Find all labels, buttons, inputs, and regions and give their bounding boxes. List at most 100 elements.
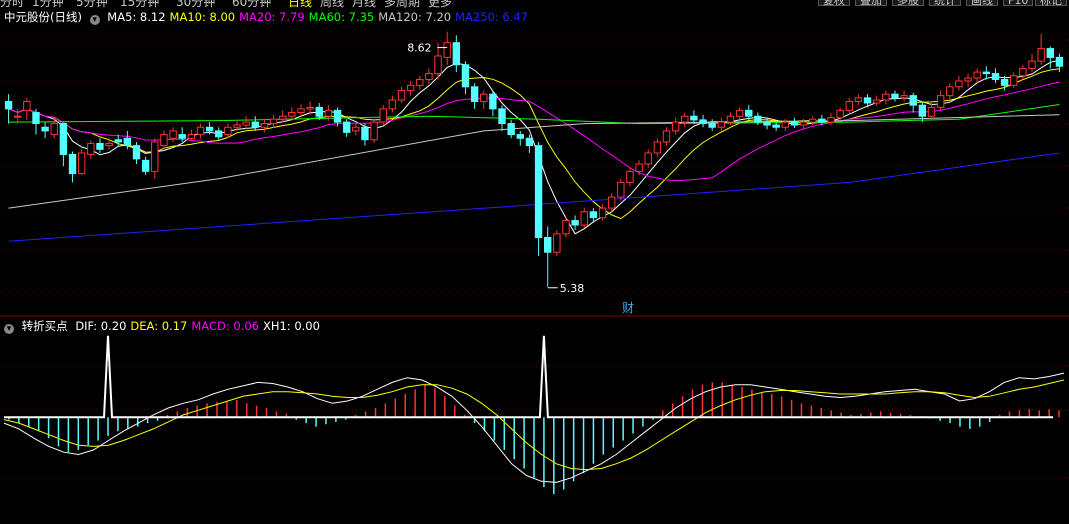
candle-body — [480, 93, 488, 103]
candle-body — [562, 220, 570, 235]
candle-body — [315, 106, 323, 117]
candle-body — [470, 86, 479, 103]
candle-body — [132, 145, 141, 160]
candle-body — [260, 123, 269, 128]
toggle-icon[interactable]: ▾ — [89, 15, 100, 25]
candle-body — [242, 121, 250, 126]
price-annotations: 8.62 5.38 财 — [407, 42, 634, 315]
candle-body — [1010, 75, 1018, 86]
candle-body — [936, 95, 945, 108]
candle-body — [269, 118, 278, 125]
candle-body — [87, 142, 95, 155]
candle-body — [708, 123, 716, 128]
candle-body — [452, 42, 461, 66]
candle-body — [279, 115, 287, 120]
ma-legend-item: MA5: 8.12 — [107, 10, 166, 24]
ma5-line — [8, 59, 1060, 235]
candle-body — [251, 121, 259, 128]
candle-body — [59, 123, 68, 155]
candle-body — [662, 130, 671, 143]
candle-body — [187, 134, 196, 139]
candle-body — [735, 109, 744, 117]
candle-body — [1019, 67, 1027, 77]
candle-body — [717, 121, 726, 128]
candle-body — [215, 130, 223, 138]
main-legend: 中元股份(日线) ▾ MA5: 8.12 MA10: 8.00 MA20: 7.79… — [4, 9, 536, 25]
candle-body — [589, 211, 598, 219]
candle-body — [32, 112, 40, 125]
macd-legend-item: DEA: 0.17 — [130, 319, 188, 333]
candle-body — [105, 142, 113, 147]
candle-body — [14, 115, 22, 118]
candle-body — [141, 159, 150, 172]
candle-body — [653, 141, 662, 154]
main-grid — [0, 39, 1069, 293]
candle-body — [745, 109, 753, 117]
candle-body — [224, 126, 232, 136]
candle-body — [297, 108, 305, 114]
candle-body — [681, 115, 689, 123]
candle-body — [1046, 48, 1054, 58]
candle-body — [516, 134, 524, 139]
candle-body — [233, 124, 241, 128]
candle-body — [205, 126, 214, 132]
xh1-signal — [4, 335, 1053, 419]
candle-body — [123, 137, 132, 147]
candle-body — [114, 139, 122, 143]
candle-body — [991, 73, 1000, 80]
candle-body — [927, 106, 936, 117]
ma-legend-item: MA10: 8.00 — [169, 10, 236, 24]
finance-event-marker[interactable]: 财 — [622, 301, 634, 315]
ma-legend-item: MA20: 7.79 — [239, 10, 305, 24]
candle-body — [580, 211, 588, 226]
candle-body — [809, 118, 817, 123]
candle-body — [982, 71, 991, 75]
candle-body — [1000, 78, 1009, 86]
candle-body — [397, 89, 406, 101]
candle-body — [827, 117, 835, 123]
candle-body — [544, 237, 552, 253]
candle-body — [288, 112, 296, 117]
candle-body — [160, 134, 168, 147]
candle-body — [151, 141, 159, 172]
candle-body — [425, 73, 433, 80]
candle-body — [754, 115, 762, 123]
candle-body — [196, 126, 205, 136]
candle-body — [178, 134, 186, 139]
candle-body — [863, 97, 872, 104]
candle-body — [406, 84, 415, 91]
ma-legend-item: MA60: 7.35 — [308, 10, 375, 24]
high-price-label: 8.62 — [407, 42, 432, 55]
candle-body — [489, 93, 497, 110]
candle-body — [333, 109, 342, 123]
candle-body — [726, 115, 735, 123]
candle-body — [644, 152, 652, 165]
candle-body — [324, 109, 333, 117]
candle-body — [416, 78, 424, 86]
candle-body — [891, 93, 899, 99]
candle-body — [607, 196, 616, 209]
candle-body — [96, 142, 104, 150]
candle-body — [900, 95, 908, 99]
candle-body — [845, 101, 853, 111]
candle-body — [525, 137, 534, 147]
candle-body — [799, 121, 808, 126]
candle-body — [352, 126, 360, 132]
sub-legend: ▾ 转折买点 DIF: 0.20 DEA: 0.17 MACD: 0.06 XH1: … — [4, 318, 328, 334]
ma120-line — [8, 114, 1060, 209]
indicator-title: 转折买点 — [21, 319, 68, 333]
xh1-line — [4, 335, 1053, 419]
macd-legend-item: MACD: 0.06 — [191, 319, 259, 333]
low-price-label: 5.38 — [560, 282, 585, 295]
toggle-icon[interactable]: ▾ — [4, 324, 14, 334]
candle-body — [507, 123, 515, 136]
stock-label: 中元股份(日线) — [4, 10, 82, 24]
candle-body — [781, 121, 789, 128]
candle-body — [790, 121, 799, 126]
candle-body — [498, 108, 506, 125]
candle-body — [534, 145, 543, 239]
moving-average-lines — [8, 59, 1060, 242]
candle-body — [169, 130, 177, 139]
candle-body — [772, 124, 780, 128]
candle-body — [306, 106, 314, 110]
